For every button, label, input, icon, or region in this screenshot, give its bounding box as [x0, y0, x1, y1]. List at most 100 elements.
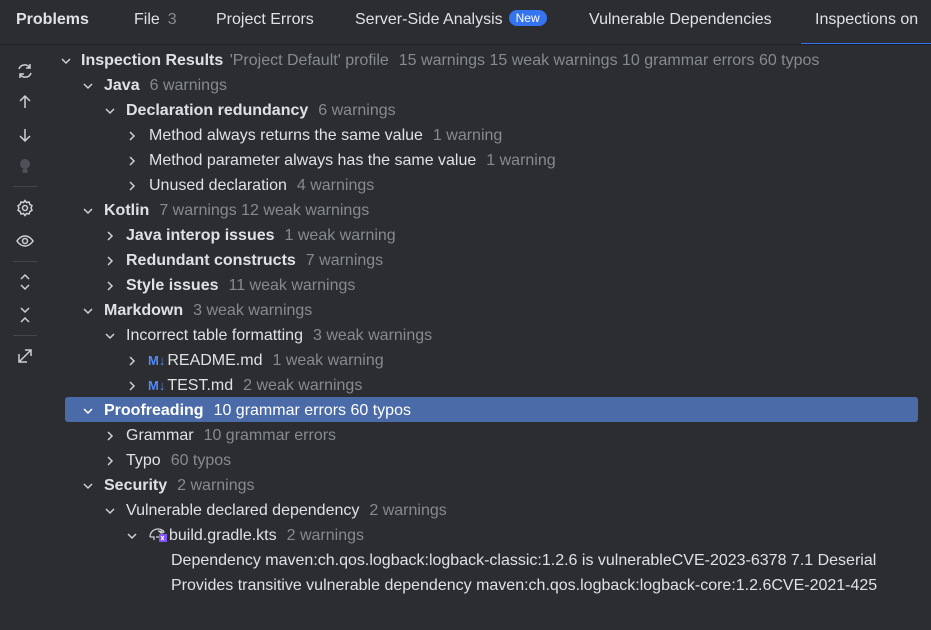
node-label: Java interop issues	[126, 227, 275, 244]
expand-all-icon[interactable]	[13, 270, 37, 294]
node-label: Markdown	[104, 302, 184, 319]
chevron-right-icon[interactable]	[103, 423, 117, 448]
tab-project-errors[interactable]: Project Errors	[216, 11, 314, 29]
lightbulb-icon	[13, 154, 37, 178]
node-label: Provides transitive vulnerable dependenc…	[171, 577, 878, 594]
node-label: Incorrect table formatting	[126, 327, 303, 344]
node-meta: 1 weak warning	[284, 227, 396, 244]
chevron-down-icon[interactable]	[81, 73, 95, 98]
chevron-right-icon[interactable]	[125, 148, 139, 173]
chevron-right-icon[interactable]	[125, 348, 139, 373]
chevron-down-icon[interactable]	[81, 298, 95, 323]
collapse-all-icon[interactable]	[13, 303, 37, 327]
tree-node-inspection-results[interactable]: Inspection Results 'Project Default' pro…	[56, 48, 931, 73]
node-meta: 6 warnings	[318, 102, 396, 119]
tab-file[interactable]: File 3	[134, 11, 177, 29]
rerun-icon[interactable]	[13, 59, 37, 83]
tree-node-style-issues[interactable]: Style issues 11 weak warnings	[56, 273, 931, 298]
tab-server-side-analysis[interactable]: Server-Side Analysis New	[355, 10, 547, 29]
active-tab-indicator	[801, 43, 931, 44]
node-label: Declaration redundancy	[126, 102, 309, 119]
chevron-down-icon[interactable]	[103, 498, 117, 523]
node-label: Proofreading	[104, 402, 204, 419]
node-meta: 7 warnings 12 weak warnings	[159, 202, 370, 219]
node-meta: 10 grammar errors 60 typos	[213, 402, 411, 419]
gradle-kotlin-file-icon	[147, 525, 169, 543]
tree-node-markdown[interactable]: Markdown 3 weak warnings	[56, 298, 931, 323]
node-label: README.md	[167, 352, 263, 369]
node-label: Grammar	[126, 427, 194, 444]
chevron-down-icon[interactable]	[103, 323, 117, 348]
tree-node-kotlin[interactable]: Kotlin 7 warnings 12 weak warnings	[56, 198, 931, 223]
chevron-right-icon[interactable]	[125, 173, 139, 198]
node-meta: 1 weak warning	[272, 352, 384, 369]
tree-node-dependency-problem[interactable]: Provides transitive vulnerable dependenc…	[56, 573, 931, 598]
node-label: Unused declaration	[149, 177, 287, 194]
tree-node-vulnerable-declared-dependency[interactable]: Vulnerable declared dependency 2 warnings	[56, 498, 931, 523]
export-icon[interactable]	[13, 344, 37, 368]
node-label: Dependency maven:ch.qos.logback:logback-…	[171, 552, 877, 569]
tab-file-count: 3	[167, 11, 177, 28]
tree-node-java[interactable]: Java 6 warnings	[56, 73, 931, 98]
chevron-down-icon[interactable]	[81, 398, 95, 423]
toolbar-separator	[13, 261, 37, 262]
settings-icon[interactable]	[13, 196, 37, 220]
chevron-right-icon[interactable]	[103, 273, 117, 298]
tab-inspections[interactable]: Inspections on	[815, 11, 918, 29]
chevron-right-icon[interactable]	[125, 373, 139, 398]
markdown-file-icon: M↓	[148, 353, 166, 368]
chevron-right-icon[interactable]	[103, 448, 117, 473]
tree-node-redundant-constructs[interactable]: Redundant constructs 7 warnings	[56, 248, 931, 273]
problems-panel: Problems File 3 Project Errors Server-Sid…	[0, 0, 931, 630]
node-label: Method parameter always has the same val…	[149, 152, 477, 169]
profile-label: 'Project Default' profile	[229, 52, 389, 69]
tree-node-security[interactable]: Security 2 warnings	[56, 473, 931, 498]
tab-bar: Problems File 3 Project Errors Server-Sid…	[0, 0, 931, 45]
tree-node-java-interop-issues[interactable]: Java interop issues 1 weak warning	[56, 223, 931, 248]
tree-node-readme-md[interactable]: M↓ README.md 1 weak warning	[56, 348, 931, 373]
node-meta: 3 weak warnings	[193, 302, 313, 319]
node-meta: 6 warnings	[149, 77, 227, 94]
chevron-down-icon[interactable]	[81, 198, 95, 223]
node-meta: 2 warnings	[369, 502, 447, 519]
chevron-down-icon[interactable]	[103, 98, 117, 123]
tree-node-test-md[interactable]: M↓ TEST.md 2 weak warnings	[56, 373, 931, 398]
node-label: Typo	[126, 452, 161, 469]
tree-node-typo[interactable]: Typo 60 typos	[56, 448, 931, 473]
tree-node-proofreading[interactable]: Proofreading 10 grammar errors 60 typos	[56, 398, 931, 423]
toolbar-separator	[13, 186, 37, 187]
tree-node-build-gradle-kts[interactable]: build.gradle.kts 2 warnings	[56, 523, 931, 548]
chevron-down-icon[interactable]	[59, 48, 73, 73]
tree-node-unused-declaration[interactable]: Unused declaration 4 warnings	[56, 173, 931, 198]
chevron-down-icon[interactable]	[125, 523, 139, 548]
node-meta: 2 warnings	[286, 527, 364, 544]
chevron-down-icon[interactable]	[81, 473, 95, 498]
arrow-up-icon[interactable]	[13, 90, 37, 114]
tree-node-method-returns-same-value[interactable]: Method always returns the same value 1 wa…	[56, 123, 931, 148]
node-label: Style issues	[126, 277, 219, 294]
eye-icon[interactable]	[13, 229, 37, 253]
node-meta: 11 weak warnings	[228, 277, 356, 294]
tree-node-incorrect-table-formatting[interactable]: Incorrect table formatting 3 weak warning…	[56, 323, 931, 348]
tree-node-dependency-problem[interactable]: Dependency maven:ch.qos.logback:logback-…	[56, 548, 931, 573]
arrow-down-icon[interactable]	[13, 123, 37, 147]
chevron-right-icon[interactable]	[125, 123, 139, 148]
node-meta: 10 grammar errors	[203, 427, 337, 444]
node-meta: 1 warning	[486, 152, 556, 169]
tab-vulnerable-dependencies[interactable]: Vulnerable Dependencies	[589, 11, 772, 29]
chevron-right-icon[interactable]	[103, 248, 117, 273]
node-meta: 1 warning	[432, 127, 503, 144]
chevron-right-icon[interactable]	[103, 223, 117, 248]
node-label: Vulnerable declared dependency	[126, 502, 360, 519]
node-meta: 4 warnings	[296, 177, 375, 194]
tree-node-method-parameter-same-value[interactable]: Method parameter always has the same val…	[56, 148, 931, 173]
node-label: Kotlin	[104, 202, 150, 219]
left-toolbar	[0, 45, 50, 630]
node-label: build.gradle.kts	[169, 527, 277, 544]
tree-node-grammar[interactable]: Grammar 10 grammar errors	[56, 423, 931, 448]
new-badge: New	[508, 10, 547, 26]
tree-node-declaration-redundancy[interactable]: Declaration redundancy 6 warnings	[56, 98, 931, 123]
node-label: Method always returns the same value	[149, 127, 423, 144]
node-meta: 2 weak warnings	[243, 377, 363, 394]
node-meta: 3 weak warnings	[312, 327, 433, 344]
